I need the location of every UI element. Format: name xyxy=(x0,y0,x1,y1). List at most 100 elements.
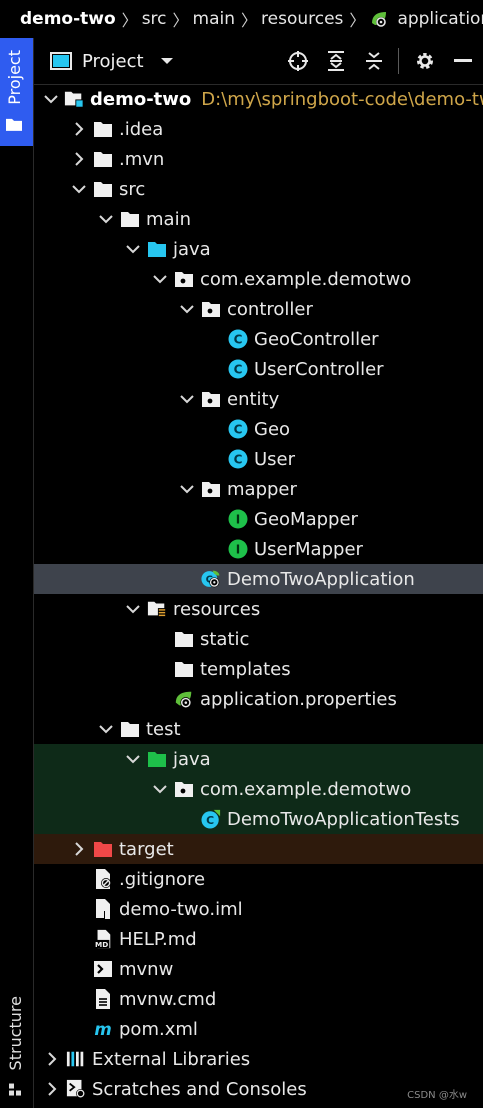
breadcrumb-item-src[interactable]: src xyxy=(142,9,167,29)
project-stripe-button[interactable]: Project xyxy=(0,38,33,146)
tree-node-entity[interactable]: entity xyxy=(34,384,483,414)
chevron-down-icon[interactable] xyxy=(179,391,195,407)
tree-node-label: External Libraries xyxy=(92,1048,251,1070)
tree-node-mapper[interactable]: mapper xyxy=(34,474,483,504)
tree-node-application-properties[interactable]: application.properties xyxy=(34,684,483,714)
tree-node-label: .gitignore xyxy=(119,868,206,890)
markdown-icon: MD xyxy=(93,929,113,949)
tree-node-mvn[interactable]: .mvn xyxy=(34,144,483,174)
tree-node-mvnw[interactable]: mvnw xyxy=(34,954,483,984)
chevron-down-icon[interactable] xyxy=(179,481,195,497)
breadcrumb-label: src xyxy=(141,9,167,29)
tree-node-label: mapper xyxy=(227,478,297,500)
tree-node-label: Scratches and Consoles xyxy=(92,1078,307,1100)
chevron-right-icon[interactable] xyxy=(44,1051,60,1067)
tree-node-main[interactable]: main xyxy=(34,204,483,234)
breadcrumb-item-application-properties[interactable]: application.properties xyxy=(369,9,483,29)
tree-node-test[interactable]: test xyxy=(34,714,483,744)
toolbar-divider xyxy=(398,48,399,74)
tree-node-mvnw-cmd[interactable]: mvnw.cmd xyxy=(34,984,483,1014)
tree-node-demo-two[interactable]: demo-two D:\my\springboot-code\demo-two xyxy=(34,84,483,114)
chevron-down-icon[interactable] xyxy=(71,181,87,197)
minimize-icon[interactable] xyxy=(449,48,477,74)
tree-node-target[interactable]: target xyxy=(34,834,483,864)
tree-node-java[interactable]: java xyxy=(34,744,483,774)
tree-node-geocontroller[interactable]: C GeoController xyxy=(34,324,483,354)
breadcrumb-separator: 〉 xyxy=(172,11,189,30)
tree-node-demotwoapplication[interactable]: C DemoTwoApplication xyxy=(34,564,483,594)
chevron-down-icon[interactable] xyxy=(179,301,195,317)
tree-node-com-example-demotwo[interactable]: com.example.demotwo xyxy=(34,774,483,804)
scratches-icon xyxy=(66,1079,86,1099)
chevron-down-icon[interactable] xyxy=(152,271,168,287)
chevron-right-icon[interactable] xyxy=(71,841,87,857)
collapse-all-icon[interactable] xyxy=(360,48,388,74)
chevron-down-icon[interactable] xyxy=(125,601,141,617)
chevron-down-icon[interactable] xyxy=(98,721,114,737)
tree-node-usercontroller[interactable]: C UserController xyxy=(34,354,483,384)
breadcrumb-label: application.properties xyxy=(397,9,483,29)
locate-icon[interactable] xyxy=(284,48,312,74)
tree-node-usermapper[interactable]: I UserMapper xyxy=(34,534,483,564)
structure-stripe-button[interactable]: Structure xyxy=(0,996,33,1106)
folder-icon xyxy=(120,209,140,229)
chevron-down-icon[interactable] xyxy=(125,241,141,257)
svg-text:I: I xyxy=(236,513,240,527)
package-icon xyxy=(174,269,194,289)
resources-folder-icon xyxy=(147,599,167,619)
gear-icon[interactable] xyxy=(411,48,439,74)
tree-node-idea[interactable]: .idea xyxy=(34,114,483,144)
tree-node-pom-xml[interactable]: m pom.xml xyxy=(34,1014,483,1044)
tree-node-geomapper[interactable]: I GeoMapper xyxy=(34,504,483,534)
expand-all-icon[interactable] xyxy=(322,48,350,74)
tree-node-help-md[interactable]: MD HELP.md xyxy=(34,924,483,954)
tree-node-controller[interactable]: controller xyxy=(34,294,483,324)
folder-icon xyxy=(174,629,194,649)
module-folder-icon xyxy=(64,89,84,109)
chevron-down-icon[interactable] xyxy=(125,751,141,767)
tree-node-user[interactable]: C User xyxy=(34,444,483,474)
tree-node-resources[interactable]: resources xyxy=(34,594,483,624)
chevron-right-icon[interactable] xyxy=(71,121,87,137)
chevron-down-icon[interactable] xyxy=(98,211,114,227)
tree-node-geo[interactable]: C Geo xyxy=(34,414,483,444)
tree-node-demo-two-iml[interactable]: demo-two.iml xyxy=(34,894,483,924)
watermark: CSDN @水w xyxy=(407,1090,467,1101)
chevron-right-icon[interactable] xyxy=(71,151,87,167)
chevron-down-icon[interactable] xyxy=(152,781,168,797)
chevron-down-icon[interactable] xyxy=(44,91,58,107)
breadcrumb-item-main[interactable]: main xyxy=(193,9,235,29)
tree-node-static[interactable]: static xyxy=(34,624,483,654)
tree-node-external-libraries[interactable]: External Libraries xyxy=(34,1044,483,1074)
test-source-folder-icon xyxy=(147,749,167,769)
gitignore-icon xyxy=(93,869,113,889)
svg-text:MD: MD xyxy=(95,940,108,949)
tree-node-label: demo-two.iml xyxy=(119,898,243,920)
spring-properties-icon xyxy=(369,9,389,29)
breadcrumb-item-module[interactable]: demo-two xyxy=(0,9,116,29)
project-tree[interactable]: demo-two D:\my\springboot-code\demo-two .i… xyxy=(34,84,483,1108)
tree-node-com-example-demotwo[interactable]: com.example.demotwo xyxy=(34,264,483,294)
tree-node-label: mvnw xyxy=(119,958,174,980)
tree-node-gitignore[interactable]: .gitignore xyxy=(34,864,483,894)
tree-node-src[interactable]: src xyxy=(34,174,483,204)
project-view-icon xyxy=(50,52,72,70)
tree-node-label: controller xyxy=(227,298,313,320)
project-stripe-text: Project xyxy=(5,50,24,105)
tree-node-demotwoapplicationtests[interactable]: C DemoTwoApplicationTests xyxy=(34,804,483,834)
tree-node-label: .idea xyxy=(119,118,164,140)
tree-node-java[interactable]: java xyxy=(34,234,483,264)
tree-node-templates[interactable]: templates xyxy=(34,654,483,684)
interface-icon: I xyxy=(228,509,248,529)
view-selector[interactable]: Project xyxy=(50,48,174,74)
tree-node-label: com.example.demotwo xyxy=(200,778,412,800)
chevron-right-icon[interactable] xyxy=(44,1081,60,1097)
breadcrumb-item-resources[interactable]: resources xyxy=(261,9,343,29)
